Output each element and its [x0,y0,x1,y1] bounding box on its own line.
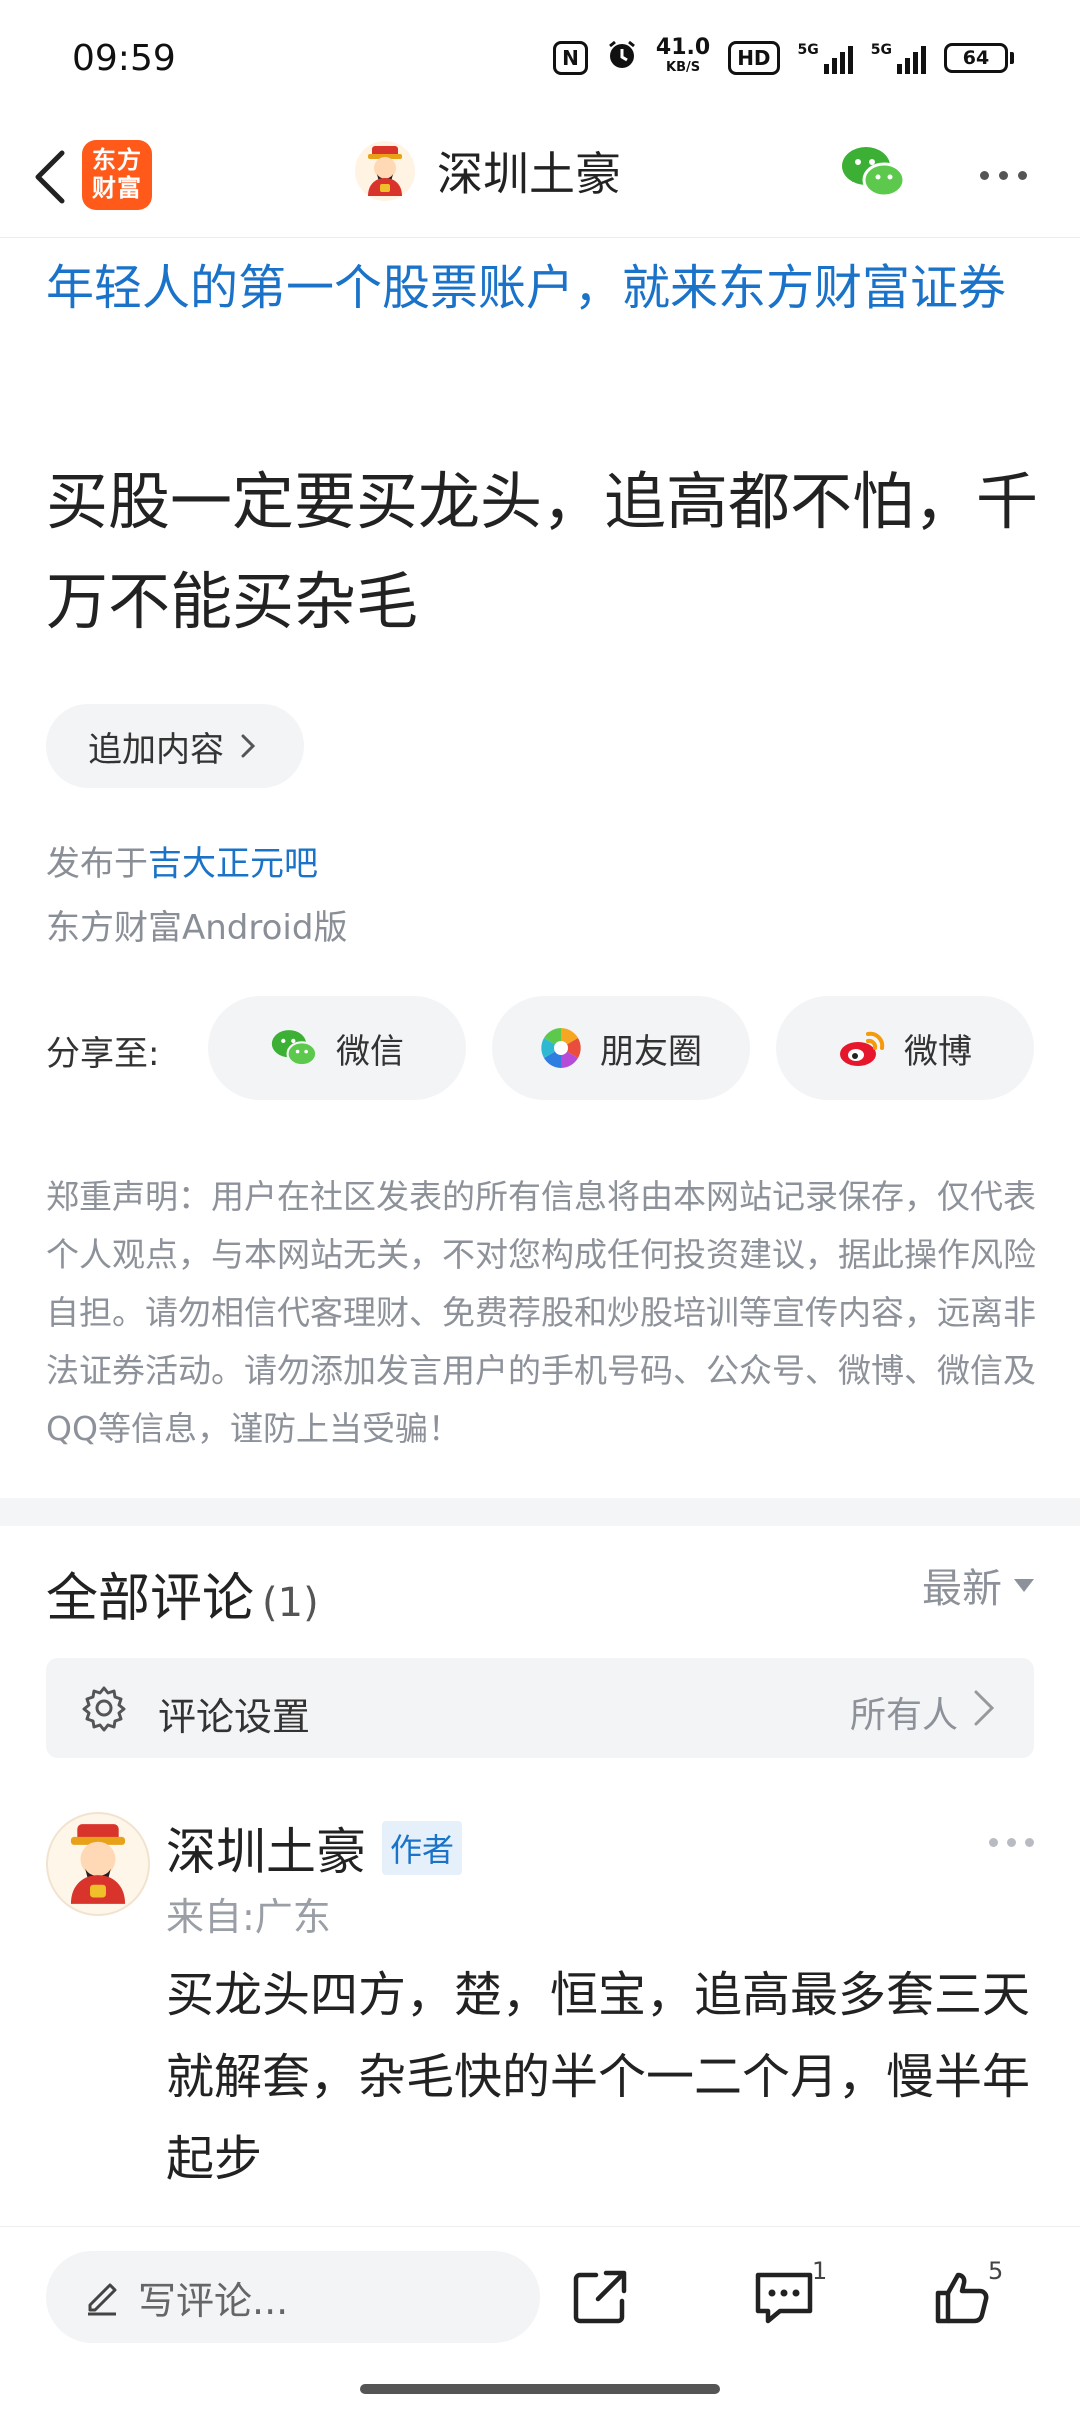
comment-input[interactable]: 写评论... [46,2251,540,2343]
avatar[interactable] [46,1812,150,1916]
share-weibo-label: 微博 [904,1031,972,1072]
back-arrow-icon [35,150,65,204]
hd-icon: HD [728,41,780,75]
share-button[interactable] [560,2257,640,2337]
share-wechat-button[interactable]: 微信 [208,996,466,1100]
disclaimer: 郑重声明：用户在社区发表的所有信息将由本网站记录保存，仅代表个人观点，与本网站无… [46,1177,1036,1448]
publish-info: 发布于吉大正元吧 [46,844,318,884]
weibo-icon [840,1031,885,1066]
signal-icon-sim1: 5G [798,42,853,74]
comment-author[interactable]: 深圳土豪 作者 [166,1812,463,1884]
alarm-icon [606,39,638,77]
battery-level: 64 [944,43,1008,73]
dropdown-triangle-icon [1014,1578,1034,1592]
comment-count: 1 [812,2257,828,2285]
section-divider [0,1498,1080,1526]
wechat-icon [842,147,906,198]
comment-more-button[interactable] [989,1838,1034,1847]
nfc-icon: N [553,41,588,75]
back-button[interactable] [18,142,82,212]
header: 东方财富 深圳土豪 [0,120,1080,238]
network-speed: 41.0 KB/S [655,35,711,76]
status-time: 09:59 [72,38,176,79]
gear-icon [82,1686,126,1732]
god-of-wealth-icon [70,1824,126,1904]
wechat-share-button[interactable] [840,144,910,204]
wechat-icon [271,1030,318,1067]
status-icons: N 41.0 KB/S HD 5G 5G 64 [553,35,1014,78]
comment-text: 买龙头四方，楚，恒宝，追高最多套三天就解套，杂毛快的半个一二个月，慢半年起步 [166,1967,1031,2187]
comment-placeholder: 写评论... [138,2278,289,2323]
battery-icon: 64 [944,43,1014,73]
chevron-right-icon [974,1690,995,1726]
signal-icon-sim2: 5G [871,42,926,74]
append-content-label: 追加内容 [88,729,224,770]
share-icon [573,2270,627,2324]
chevron-right-icon [241,734,256,758]
comment-location: 来自:广东 [166,1895,331,1939]
bar-link[interactable]: 吉大正元吧 [148,844,318,884]
moments-icon [541,1028,581,1068]
share-wechat-label: 微信 [336,1031,404,1072]
promo-link[interactable]: 年轻人的第一个股票账户，就来东方财富证券 [46,250,1046,326]
comment-author-name: 深圳土豪 [166,1823,366,1881]
share-moments-button[interactable]: 朋友圈 [492,996,750,1100]
post-title: 买股一定要买龙头，追高都不怕，千万不能买杂毛 [46,465,1039,638]
app-logo[interactable]: 东方财富 [82,140,152,210]
status-bar: 09:59 N 41.0 KB/S HD 5G 5G 64 [0,0,1080,120]
share-moments-label: 朋友圈 [600,1031,702,1072]
home-indicator[interactable] [360,2384,720,2394]
append-content-button[interactable]: 追加内容 [46,704,304,788]
page: 09:59 N 41.0 KB/S HD 5G 5G 64 东方财富 深圳土豪 … [0,0,1080,2412]
thumbs-up-icon [935,2272,989,2324]
like-count: 5 [988,2257,1004,2285]
sort-label: 最新 [922,1566,1002,1612]
avatar [355,141,415,201]
share-row: 分享至: 微信 朋友圈 微博 [46,996,1046,1100]
more-options-button[interactable] [968,150,1038,200]
comment-settings-row[interactable]: 评论设置 所有人 [46,1658,1034,1758]
client-info: 东方财富Android版 [46,908,348,948]
header-title: 深圳土豪 [437,147,621,201]
comment-bubble-icon [755,2272,813,2324]
comments-title: 全部评论 [46,1569,255,1629]
header-user[interactable]: 深圳土豪 [355,138,621,204]
comment-settings-label: 评论设置 [158,1695,311,1739]
share-weibo-button[interactable]: 微博 [776,996,1034,1100]
comments-count: (1) [262,1580,319,1626]
author-badge: 作者 [382,1821,463,1875]
sort-dropdown[interactable]: 最新 [922,1556,1034,1614]
comment-item: 深圳土豪 作者 来自:广东 买龙头四方，楚，恒宝，追高最多套三天就解套，杂毛快的… [0,1804,1080,2224]
comment-settings-value: 所有人 [849,1695,958,1736]
god-of-wealth-icon [368,146,402,196]
pencil-icon [88,2283,117,2316]
comments-header: 全部评论 (1) [46,1556,319,1631]
share-label: 分享至: [46,1034,160,1074]
